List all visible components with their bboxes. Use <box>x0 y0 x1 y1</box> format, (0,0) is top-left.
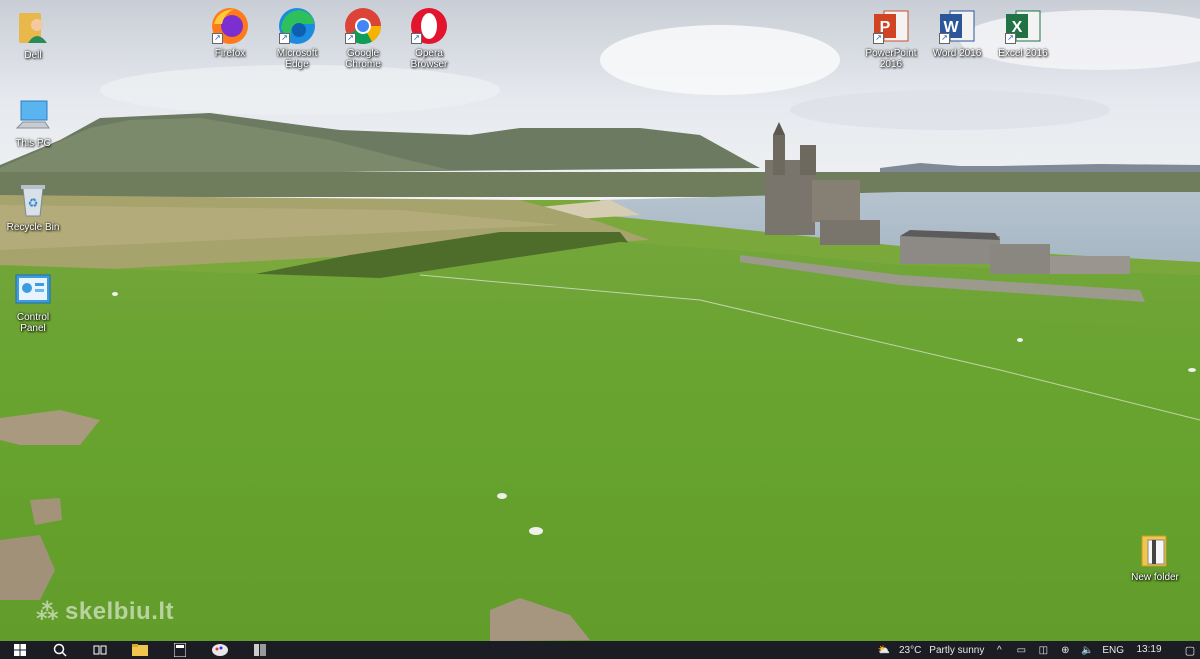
desktop-icon-label: Opera Browser <box>410 48 448 70</box>
watermark-text: skelbiu.lt <box>65 598 175 625</box>
speaker-icon[interactable]: 🔈 <box>1080 645 1094 656</box>
edge-icon: ↗ <box>277 6 317 46</box>
shortcut-arrow-icon: ↗ <box>939 33 950 44</box>
task-view-button[interactable] <box>80 641 120 659</box>
desktop-icon-this-pc[interactable]: This PC <box>0 96 66 149</box>
shortcut-arrow-icon: ↗ <box>1005 33 1016 44</box>
shortcut-arrow-icon: ↗ <box>345 33 356 44</box>
paint-palette-icon <box>212 644 228 656</box>
desktop-icon-chrome[interactable]: ↗ Google Chrome <box>330 6 396 70</box>
user-folder-icon <box>13 8 53 48</box>
firefox-icon: ↗ <box>210 6 250 46</box>
excel-icon: X ↗ <box>1003 6 1043 46</box>
desktop-icon-label: New folder <box>1131 572 1179 583</box>
svg-text:♻: ♻ <box>28 196 39 210</box>
desktop-icon-label: PowerPoint 2016 <box>865 48 917 70</box>
desktop-icon-label: Word 2016 <box>932 48 982 59</box>
desktop-icon-excel[interactable]: X ↗ Excel 2016 <box>990 6 1056 59</box>
shortcut-arrow-icon: ↗ <box>212 33 223 44</box>
start-button[interactable] <box>0 641 40 659</box>
desktop-icon-opera[interactable]: ↗ Opera Browser <box>396 6 462 70</box>
desktop-icon-label: Dell <box>24 50 42 61</box>
weather-description[interactable]: Partly sunny <box>929 645 984 656</box>
folder-icon <box>132 644 148 656</box>
watermark-logo-icon: ⁂ <box>36 599 60 624</box>
desktop-icon-label: Control Panel <box>16 312 50 334</box>
taskbar-app-file-explorer[interactable] <box>120 641 160 659</box>
desktop[interactable]: Dell ↗ Firefox ↗ Microsoft Edge ↗ Google… <box>0 0 1200 659</box>
weather-temperature[interactable]: 23°C <box>899 645 921 656</box>
taskbar: ⛅ 23°C Partly sunny ^ ▭ ◫ ⊕ 🔈 ENG 13:19 … <box>0 641 1200 659</box>
chrome-icon: ↗ <box>343 6 383 46</box>
network-icon[interactable]: ◫ <box>1036 645 1050 656</box>
desktop-icon-dell[interactable]: Dell <box>0 8 66 61</box>
language-indicator[interactable]: ENG <box>1102 645 1124 656</box>
desktop-icon-control-panel[interactable]: Control Panel <box>0 270 66 334</box>
globe-icon[interactable]: ⊕ <box>1058 645 1072 656</box>
notification-icon[interactable]: ▢ <box>1180 644 1200 657</box>
shortcut-arrow-icon: ↗ <box>873 33 884 44</box>
desktop-icon-firefox[interactable]: ↗ Firefox <box>197 6 263 59</box>
calculator-icon <box>174 643 186 657</box>
opera-icon: ↗ <box>409 6 449 46</box>
desktop-icon-edge[interactable]: ↗ Microsoft Edge <box>264 6 330 70</box>
desktop-icon-word[interactable]: W ↗ Word 2016 <box>924 6 990 59</box>
desktop-icon-label: Microsoft Edge <box>276 48 318 70</box>
desktop-icon-label: Excel 2016 <box>998 48 1048 59</box>
app-window-icon <box>254 644 266 656</box>
shortcut-arrow-icon: ↗ <box>411 33 422 44</box>
word-icon: W ↗ <box>937 6 977 46</box>
search-icon <box>53 643 67 657</box>
control-panel-icon <box>13 270 53 310</box>
desktop-icon-powerpoint[interactable]: P ↗ PowerPoint 2016 <box>858 6 924 70</box>
powerpoint-icon: P ↗ <box>871 6 911 46</box>
clock[interactable]: 13:19 <box>1132 645 1166 655</box>
desktop-icon-recycle-bin[interactable]: ♻ Recycle Bin <box>0 180 66 233</box>
desktop-icon-new-folder[interactable]: New folder <box>1122 530 1188 583</box>
desktop-icon-label: This PC <box>15 138 51 149</box>
desktop-icon-label: Google Chrome <box>345 48 381 70</box>
task-view-icon <box>93 645 107 655</box>
taskbar-app-calculator[interactable] <box>160 641 200 659</box>
folder-icon <box>1135 530 1175 570</box>
search-button[interactable] <box>40 641 80 659</box>
battery-icon[interactable]: ▭ <box>1014 645 1028 656</box>
desktop-icon-label: Firefox <box>214 48 246 59</box>
watermark: ⁂ skelbiu.lt <box>36 598 174 626</box>
taskbar-app-unknown[interactable] <box>240 641 280 659</box>
computer-icon <box>13 96 53 136</box>
taskbar-app-paint[interactable] <box>200 641 240 659</box>
shortcut-arrow-icon: ↗ <box>279 33 290 44</box>
windows-logo-icon <box>14 644 26 656</box>
system-tray: ⛅ 23°C Partly sunny ^ ▭ ◫ ⊕ 🔈 ENG 13:19 … <box>877 641 1200 659</box>
wallpaper-landscape <box>0 0 1200 641</box>
desktop-icon-label: Recycle Bin <box>6 222 60 233</box>
recycle-bin-icon: ♻ <box>13 180 53 220</box>
chevron-up-icon[interactable]: ^ <box>992 645 1006 656</box>
weather-partly-sunny-icon[interactable]: ⛅ <box>877 645 891 656</box>
